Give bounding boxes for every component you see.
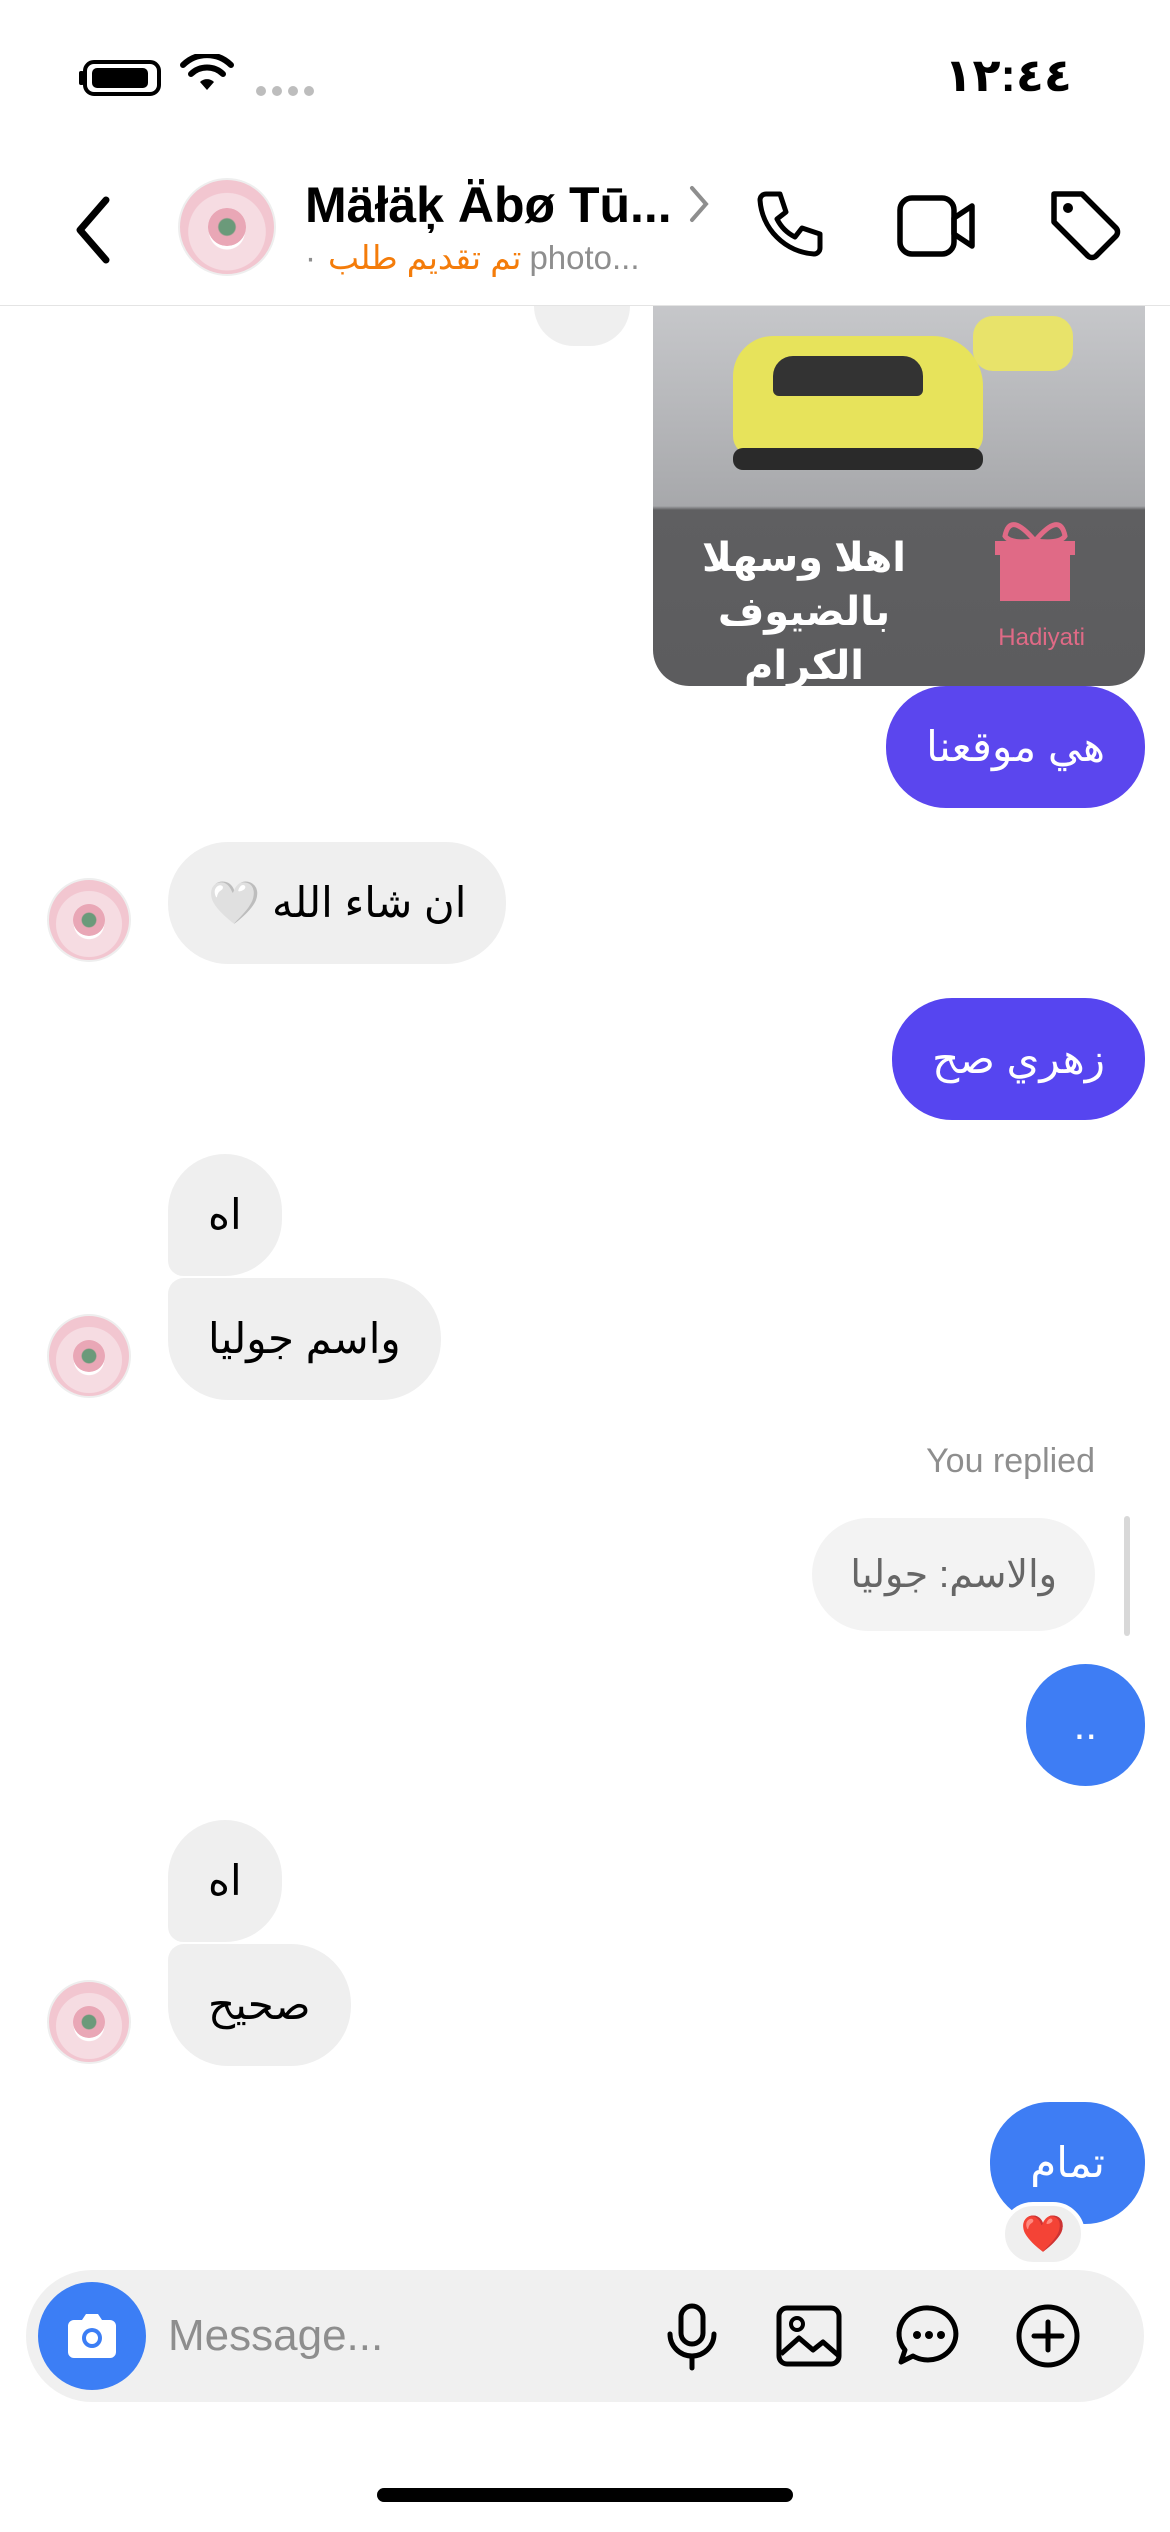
request-status: تم تقديم طلب [328, 239, 522, 276]
sticker-icon[interactable] [895, 2302, 963, 2370]
microphone-icon[interactable] [662, 2302, 722, 2372]
photo-logo-text: Hadiyati [998, 624, 1085, 651]
camera-icon [68, 2314, 116, 2358]
incoming-message[interactable]: ان شاء الله 🤍 [168, 842, 507, 964]
incoming-message[interactable]: اه [168, 1820, 282, 1942]
status-bar: ١٢:٤٤ [0, 0, 1170, 150]
contact-avatar-small [47, 1314, 131, 1398]
message-composer [26, 2270, 1144, 2402]
contact-subtitle: · تم تقديم طلب photo... [305, 238, 640, 277]
camera-button[interactable] [38, 2282, 146, 2390]
signal-icon [256, 86, 314, 96]
incoming-message[interactable]: صحيح [168, 1944, 351, 2066]
phone-call-icon[interactable] [752, 186, 828, 262]
photo-taxi [733, 336, 983, 470]
gift-icon [995, 522, 1075, 601]
contact-avatar-small [47, 1980, 131, 2064]
plus-icon[interactable] [1014, 2302, 1082, 2370]
photo-caption-line1: اهلا وسهلا [702, 536, 906, 580]
chat-header: Mäłäķ Äbø Tū... · تم تقديم طلب photo... [0, 150, 1170, 306]
subtitle-separator: · [305, 239, 316, 276]
incoming-message[interactable]: اه [168, 1154, 282, 1276]
photo-caption-line2: بالضيوف الكرام [717, 590, 891, 686]
message-list[interactable]: اهلا وسهلا بالضيوف الكرام Hadiyati هي مو… [0, 306, 1170, 2266]
home-indicator[interactable] [377, 2488, 793, 2502]
photo-background-car [973, 316, 1073, 371]
reply-indicator-bar [1124, 1516, 1130, 1636]
gallery-icon[interactable] [775, 2304, 843, 2368]
photo-message[interactable]: اهلا وسهلا بالضيوف الكرام Hadiyati [653, 306, 1145, 686]
heart-reaction[interactable]: ❤️ [1001, 2202, 1085, 2266]
back-button[interactable] [64, 190, 124, 270]
chat-screen: ١٢:٤٤ Mäłäķ Äbø Tū... · تم تقديم طلب photo… [0, 0, 1170, 2532]
clock: ١٢:٤٤ [944, 49, 1072, 101]
wifi-icon [180, 54, 234, 90]
outgoing-message[interactable]: زهري صح [892, 998, 1145, 1120]
video-call-icon[interactable] [896, 190, 976, 262]
message-input[interactable] [168, 2304, 608, 2368]
photo-caption: اهلا وسهلا بالضيوف الكرام [653, 531, 955, 686]
outgoing-message[interactable]: .. [1025, 1664, 1145, 1786]
reaction-badge[interactable] [534, 306, 630, 346]
battery-tip [79, 71, 84, 85]
replied-label: You replied [926, 1442, 1095, 1480]
chevron-right-icon [690, 186, 709, 222]
contact-avatar[interactable] [178, 178, 276, 276]
contact-avatar-small [47, 878, 131, 962]
reply-quote[interactable]: والاسم: جوليا [812, 1518, 1095, 1631]
contact-name[interactable]: Mäłäķ Äbø Tū... [305, 176, 672, 234]
outgoing-message[interactable]: هي موقعنا [886, 686, 1145, 808]
contact-subtitle-text: photo... [529, 239, 640, 276]
battery-icon [83, 60, 161, 96]
tag-icon[interactable] [1046, 186, 1122, 262]
incoming-message[interactable]: واسم جوليا [168, 1278, 441, 1400]
